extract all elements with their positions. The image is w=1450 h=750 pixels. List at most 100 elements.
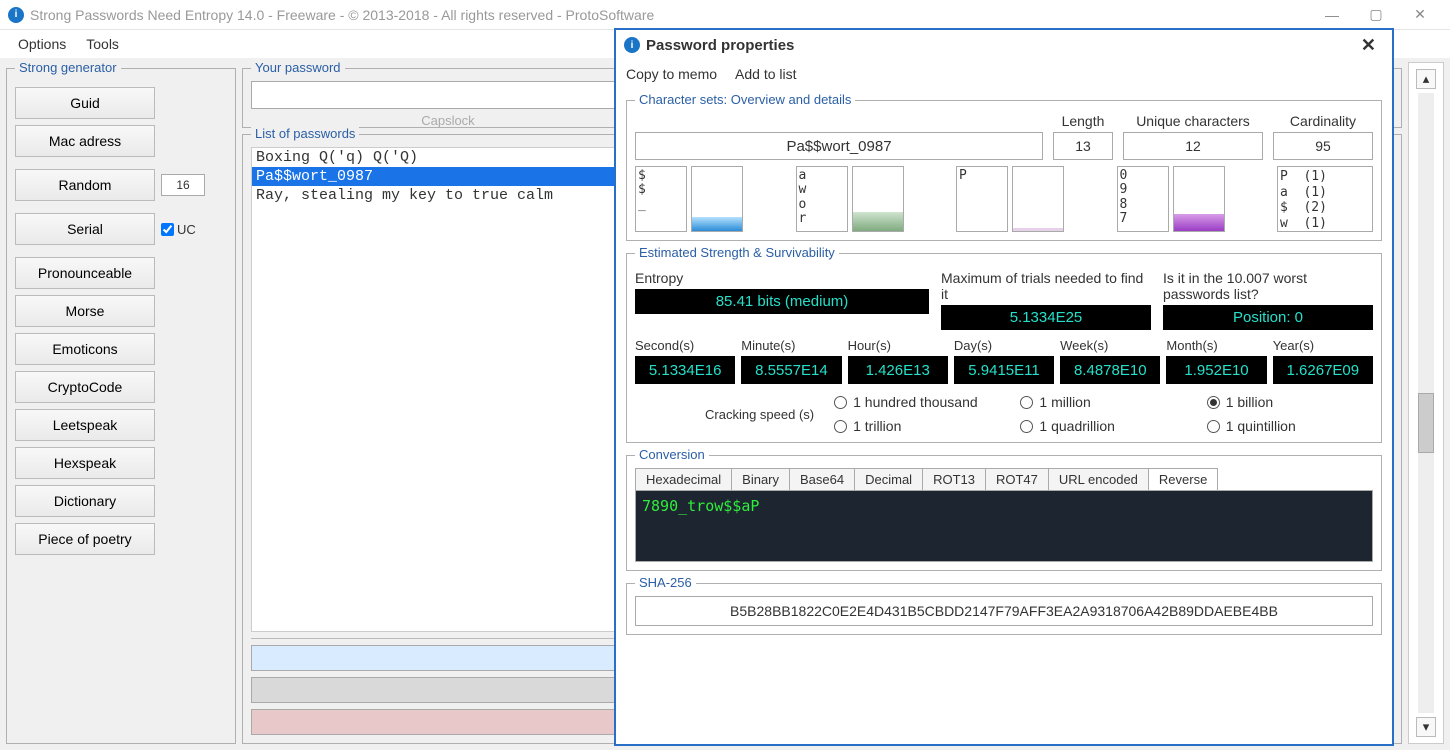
morse-button[interactable]: Morse xyxy=(15,295,155,327)
capslock-indicator: Capslock xyxy=(421,113,474,128)
dialog-title: Password properties xyxy=(646,37,794,54)
conversion-output[interactable]: 7890_trow$$aP xyxy=(635,490,1373,562)
cardinality-label: Cardinality xyxy=(1273,113,1373,129)
charset-legend: Character sets: Overview and details xyxy=(635,92,855,107)
sha256-panel: SHA-256 B5B28BB1822C0E2E4D431B5CBDD2147F… xyxy=(626,583,1382,635)
conversion-tabs: Hexadecimal Binary Base64 Decimal ROT13 … xyxy=(635,468,1373,490)
scroll-track[interactable] xyxy=(1418,93,1434,713)
strong-generator-legend: Strong generator xyxy=(15,60,121,75)
minutes-value: 8.5557E14 xyxy=(741,356,841,384)
password-properties-dialog: i Password properties ✕ Copy to memo Add… xyxy=(614,28,1394,746)
cracking-speed-label: Cracking speed (s) xyxy=(705,407,814,422)
charset-group-upper-chars: P xyxy=(956,166,1008,232)
seconds-label: Second(s) xyxy=(635,338,735,353)
menu-tools[interactable]: Tools xyxy=(76,32,129,56)
password-list-legend: List of passwords xyxy=(251,126,359,141)
window-title: Strong Passwords Need Entropy 14.0 - Fre… xyxy=(30,7,654,23)
pronounceable-button[interactable]: Pronounceable xyxy=(15,257,155,289)
copy-to-memo-menu[interactable]: Copy to memo xyxy=(626,66,717,82)
tab-binary[interactable]: Binary xyxy=(731,468,790,490)
window-titlebar: i Strong Passwords Need Entropy 14.0 - F… xyxy=(0,0,1450,30)
app-icon: i xyxy=(8,7,24,23)
side-scrollbar[interactable]: ▴ ▾ xyxy=(1408,62,1444,744)
days-value: 5.9415E11 xyxy=(954,356,1054,384)
scroll-up-button[interactable]: ▴ xyxy=(1416,69,1436,89)
entropy-value: 85.41 bits (medium) xyxy=(635,289,929,314)
leetspeak-button[interactable]: Leetspeak xyxy=(15,409,155,441)
speed-opt-1q[interactable]: 1 quadrillion xyxy=(1020,418,1186,434)
dictionary-button[interactable]: Dictionary xyxy=(15,485,155,517)
charset-password-box: Pa$$wort_0987 xyxy=(635,132,1043,160)
months-label: Month(s) xyxy=(1166,338,1266,353)
tab-base64[interactable]: Base64 xyxy=(789,468,855,490)
speed-opt-1m[interactable]: 1 million xyxy=(1020,394,1186,410)
minutes-label: Minute(s) xyxy=(741,338,841,353)
serial-button[interactable]: Serial xyxy=(15,213,155,245)
weeks-label: Week(s) xyxy=(1060,338,1160,353)
hexspeak-button[interactable]: Hexspeak xyxy=(15,447,155,479)
random-length-stepper[interactable]: 16 xyxy=(161,174,205,196)
cryptocode-button[interactable]: CryptoCode xyxy=(15,371,155,403)
trials-value: 5.1334E25 xyxy=(941,305,1151,330)
seconds-value: 5.1334E16 xyxy=(635,356,735,384)
speed-opt-1b[interactable]: 1 billion xyxy=(1207,394,1373,410)
years-value: 1.6267E09 xyxy=(1273,356,1373,384)
random-button[interactable]: Random xyxy=(15,169,155,201)
entropy-label: Entropy xyxy=(635,270,929,286)
your-password-legend: Your password xyxy=(251,60,345,75)
weeks-value: 8.4878E10 xyxy=(1060,356,1160,384)
days-label: Day(s) xyxy=(954,338,1054,353)
charset-group-digit-bar xyxy=(1173,166,1225,232)
tab-urlencoded[interactable]: URL encoded xyxy=(1048,468,1149,490)
uc-checkbox[interactable]: UC xyxy=(161,222,196,237)
tab-decimal[interactable]: Decimal xyxy=(854,468,923,490)
speed-opt-1qn[interactable]: 1 quintillion xyxy=(1207,418,1373,434)
sha256-legend: SHA-256 xyxy=(635,575,696,590)
months-value: 1.952E10 xyxy=(1166,356,1266,384)
charset-group-lower-bar xyxy=(852,166,904,232)
worst-list-value: Position: 0 xyxy=(1163,305,1373,330)
charset-group-special-chars: $ $ _ xyxy=(635,166,687,232)
tab-rot13[interactable]: ROT13 xyxy=(922,468,986,490)
length-label: Length xyxy=(1053,113,1113,129)
hours-value: 1.426E13 xyxy=(848,356,948,384)
length-value: 13 xyxy=(1053,132,1113,160)
speed-opt-1t[interactable]: 1 trillion xyxy=(834,418,1000,434)
conversion-legend: Conversion xyxy=(635,447,709,462)
close-button[interactable]: ✕ xyxy=(1398,1,1442,29)
uc-checkbox-input[interactable] xyxy=(161,223,174,236)
sha256-value: B5B28BB1822C0E2E4D431B5CBDD2147F79AFF3EA… xyxy=(635,596,1373,626)
uc-label: UC xyxy=(177,222,196,237)
menu-options[interactable]: Options xyxy=(8,32,76,56)
strength-panel: Estimated Strength & Survivability Entro… xyxy=(626,253,1382,443)
scroll-thumb[interactable] xyxy=(1418,393,1434,453)
strong-generator-panel: Strong generator Guid Mac adress Random … xyxy=(6,68,236,744)
charset-group-digit-chars: 0 9 8 7 xyxy=(1117,166,1169,232)
tab-hex[interactable]: Hexadecimal xyxy=(635,468,732,490)
poetry-button[interactable]: Piece of poetry xyxy=(15,523,155,555)
charset-frequency-list: P (1) a (1) $ (2) w (1) xyxy=(1277,166,1373,232)
charset-panel: Character sets: Overview and details Pa$… xyxy=(626,100,1382,241)
charset-group-special-bar xyxy=(691,166,743,232)
tab-reverse[interactable]: Reverse xyxy=(1148,468,1218,490)
trials-label: Maximum of trials needed to find it xyxy=(941,270,1151,302)
guid-button[interactable]: Guid xyxy=(15,87,155,119)
unique-chars-label: Unique characters xyxy=(1123,113,1263,129)
unique-chars-value: 12 xyxy=(1123,132,1263,160)
dialog-menubar: Copy to memo Add to list xyxy=(616,60,1392,88)
speed-opt-100k[interactable]: 1 hundred thousand xyxy=(834,394,1000,410)
mac-address-button[interactable]: Mac adress xyxy=(15,125,155,157)
add-to-list-menu[interactable]: Add to list xyxy=(735,66,796,82)
dialog-icon: i xyxy=(624,37,640,53)
conversion-panel: Conversion Hexadecimal Binary Base64 Dec… xyxy=(626,455,1382,571)
dialog-titlebar: i Password properties ✕ xyxy=(616,30,1392,60)
emoticons-button[interactable]: Emoticons xyxy=(15,333,155,365)
maximize-button[interactable]: ▢ xyxy=(1354,1,1398,29)
dialog-close-button[interactable]: ✕ xyxy=(1353,33,1384,58)
cardinality-value: 95 xyxy=(1273,132,1373,160)
years-label: Year(s) xyxy=(1273,338,1373,353)
minimize-button[interactable]: — xyxy=(1310,1,1354,29)
scroll-down-button[interactable]: ▾ xyxy=(1416,717,1436,737)
charset-group-upper-bar xyxy=(1012,166,1064,232)
tab-rot47[interactable]: ROT47 xyxy=(985,468,1049,490)
